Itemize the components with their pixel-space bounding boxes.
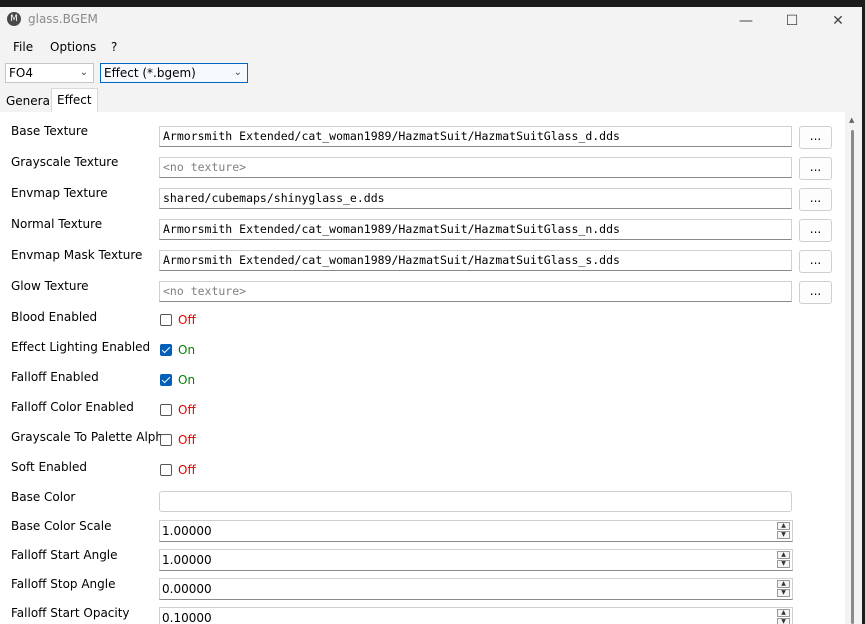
soft-enabled-state: Off bbox=[178, 463, 196, 477]
blood-enabled-checkbox[interactable] bbox=[160, 314, 172, 326]
falloff-start-opacity-spinbox[interactable]: 0.10000 ▲ ▼ bbox=[159, 607, 793, 624]
spin-down-icon[interactable]: ▼ bbox=[777, 531, 790, 539]
base-color-label: Base Color bbox=[11, 490, 76, 504]
base-texture-field[interactable]: Armorsmith Extended/cat_woman1989/Hazmat… bbox=[159, 126, 792, 147]
grayscale-texture-browse-button[interactable]: ... bbox=[799, 157, 832, 180]
game-select-value: FO4 bbox=[9, 66, 33, 80]
scroll-up-icon[interactable]: ▲ bbox=[849, 116, 854, 124]
effect-lighting-enabled-state: On bbox=[178, 343, 196, 357]
spin-down-icon[interactable]: ▼ bbox=[777, 589, 790, 597]
chevron-down-icon: ⌄ bbox=[79, 67, 88, 78]
soft-enabled-label: Soft Enabled bbox=[11, 460, 87, 474]
falloff-enabled-checkbox[interactable] bbox=[160, 374, 172, 386]
chevron-down-icon: ⌄ bbox=[233, 67, 242, 78]
menu-options[interactable]: Options bbox=[50, 40, 96, 54]
envmap-texture-label: Envmap Texture bbox=[11, 186, 108, 200]
maximize-icon: ☐ bbox=[785, 13, 799, 29]
app-window: M glass.BGEM — ☐ ✕ File Options ? FO4 ⌄ … bbox=[0, 7, 862, 624]
falloff-start-angle-spinbox[interactable]: 1.00000 ▲ ▼ bbox=[159, 549, 793, 571]
falloff-enabled-state: On bbox=[178, 373, 196, 387]
soft-enabled-checkbox[interactable] bbox=[160, 464, 172, 476]
tab-bar: General Effect bbox=[0, 88, 862, 113]
envmap-mask-texture-label: Envmap Mask Texture bbox=[11, 248, 143, 262]
normal-texture-browse-button[interactable]: ... bbox=[799, 219, 832, 242]
file-type-select-value: Effect (*.bgem) bbox=[104, 66, 196, 80]
title-bar[interactable]: M glass.BGEM — ☐ ✕ bbox=[0, 7, 862, 35]
effect-panel: Base Texture Armorsmith Extended/cat_wom… bbox=[0, 112, 845, 624]
scrollbar-thumb[interactable] bbox=[851, 130, 854, 624]
envmap-mask-texture-field[interactable]: Armorsmith Extended/cat_woman1989/Hazmat… bbox=[159, 250, 792, 271]
spin-up-icon[interactable]: ▲ bbox=[777, 580, 790, 588]
envmap-mask-texture-browse-button[interactable]: ... bbox=[799, 250, 832, 273]
grayscale-to-palette-alpha-label: Grayscale To Palette Alpha bbox=[11, 430, 171, 444]
close-icon: ✕ bbox=[832, 13, 844, 29]
effect-lighting-enabled-checkbox[interactable] bbox=[160, 344, 172, 356]
glow-texture-browse-button[interactable]: ... bbox=[799, 281, 832, 304]
envmap-texture-browse-button[interactable]: ... bbox=[799, 188, 832, 211]
falloff-color-enabled-checkbox[interactable] bbox=[160, 404, 172, 416]
file-type-select[interactable]: Effect (*.bgem) ⌄ bbox=[100, 63, 248, 83]
minimize-icon: — bbox=[739, 13, 753, 29]
normal-texture-label: Normal Texture bbox=[11, 217, 103, 231]
grayscale-to-palette-alpha-checkbox[interactable] bbox=[160, 434, 172, 446]
tab-effect[interactable]: Effect bbox=[51, 88, 98, 113]
effect-lighting-enabled-label: Effect Lighting Enabled bbox=[11, 340, 151, 354]
grayscale-texture-field[interactable]: <no texture> bbox=[159, 157, 792, 178]
spin-up-icon[interactable]: ▲ bbox=[777, 522, 790, 530]
vertical-scrollbar[interactable]: ▲ bbox=[845, 112, 862, 624]
spin-down-icon[interactable]: ▼ bbox=[777, 618, 790, 624]
game-select[interactable]: FO4 ⌄ bbox=[5, 63, 94, 83]
base-color-picker[interactable] bbox=[159, 491, 792, 512]
spin-down-icon[interactable]: ▼ bbox=[777, 560, 790, 568]
falloff-color-enabled-state: Off bbox=[178, 403, 196, 417]
menu-file[interactable]: File bbox=[13, 40, 33, 54]
minimize-button[interactable]: — bbox=[723, 7, 769, 35]
app-logo-icon: M bbox=[7, 12, 21, 26]
base-texture-browse-button[interactable]: ... bbox=[799, 126, 832, 149]
grayscale-texture-label: Grayscale Texture bbox=[11, 155, 119, 169]
base-color-scale-label: Base Color Scale bbox=[11, 519, 112, 533]
falloff-start-angle-value: 1.00000 bbox=[162, 553, 212, 567]
glow-texture-field[interactable]: <no texture> bbox=[159, 281, 792, 302]
close-button[interactable]: ✕ bbox=[815, 7, 861, 35]
base-texture-label: Base Texture bbox=[11, 124, 88, 138]
window-title: glass.BGEM bbox=[28, 12, 98, 26]
blood-enabled-state: Off bbox=[178, 313, 196, 327]
falloff-stop-angle-value: 0.00000 bbox=[162, 582, 212, 596]
blood-enabled-label: Blood Enabled bbox=[11, 310, 98, 324]
grayscale-to-palette-alpha-state: Off bbox=[178, 433, 196, 447]
falloff-color-enabled-label: Falloff Color Enabled bbox=[11, 400, 134, 414]
falloff-stop-angle-spinbox[interactable]: 0.00000 ▲ ▼ bbox=[159, 578, 793, 600]
spin-up-icon[interactable]: ▲ bbox=[777, 551, 790, 559]
tab-general[interactable]: General bbox=[1, 91, 58, 111]
falloff-enabled-label: Falloff Enabled bbox=[11, 370, 99, 384]
falloff-stop-angle-label: Falloff Stop Angle bbox=[11, 577, 116, 591]
spin-up-icon[interactable]: ▲ bbox=[777, 609, 790, 617]
menu-bar: File Options ? bbox=[0, 37, 862, 59]
base-color-scale-value: 1.00000 bbox=[162, 524, 212, 538]
normal-texture-field[interactable]: Armorsmith Extended/cat_woman1989/Hazmat… bbox=[159, 219, 792, 240]
envmap-texture-field[interactable]: shared/cubemaps/shinyglass_e.dds bbox=[159, 188, 792, 209]
falloff-start-opacity-value: 0.10000 bbox=[162, 611, 212, 624]
maximize-button[interactable]: ☐ bbox=[769, 7, 815, 35]
menu-help[interactable]: ? bbox=[111, 40, 117, 54]
base-color-scale-spinbox[interactable]: 1.00000 ▲ ▼ bbox=[159, 520, 793, 542]
glow-texture-label: Glow Texture bbox=[11, 279, 89, 293]
falloff-start-opacity-label: Falloff Start Opacity bbox=[11, 606, 130, 620]
falloff-start-angle-label: Falloff Start Angle bbox=[11, 548, 118, 562]
